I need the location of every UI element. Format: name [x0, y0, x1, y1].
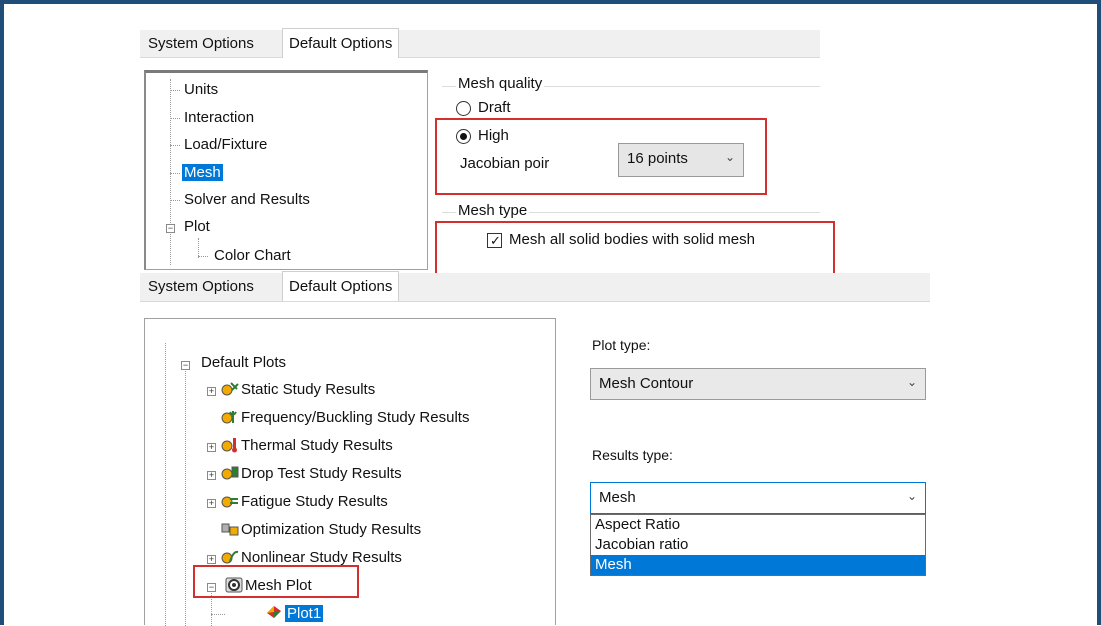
plot-type-label: Plot type:: [592, 337, 651, 353]
tree-connector: [211, 614, 225, 615]
thermal-study-icon: [221, 438, 237, 453]
static-study-icon: [221, 382, 239, 396]
expand-static-icon[interactable]: +: [207, 387, 216, 396]
results-type-value: Mesh: [599, 489, 636, 506]
tree-item-mesh[interactable]: Mesh: [182, 164, 223, 181]
tab-system-options-bottom[interactable]: System Options: [142, 273, 260, 301]
option-mesh[interactable]: Mesh: [591, 555, 925, 575]
mesh-type-label: Mesh type: [456, 202, 530, 219]
window-frame-top: [0, 0, 1101, 4]
top-tab-bar: System Options Default Options: [140, 28, 820, 58]
draft-radio[interactable]: [456, 101, 471, 116]
window-frame-right: [1097, 0, 1101, 625]
tree-item-interaction[interactable]: Interaction: [184, 107, 254, 129]
nonlinear-study-icon: [221, 550, 239, 564]
tab-system-options[interactable]: System Options: [142, 30, 260, 58]
tree-connector: [170, 200, 180, 201]
results-type-select[interactable]: Mesh ⌄: [590, 482, 926, 514]
plot-type-select[interactable]: Mesh Contour ⌄: [590, 368, 926, 400]
tree-item-drop-test-study[interactable]: Drop Test Study Results: [241, 463, 402, 485]
option-aspect-ratio[interactable]: Aspect Ratio: [591, 515, 925, 535]
tree-item-static-study[interactable]: Static Study Results: [241, 379, 375, 401]
expand-nonlinear-icon[interactable]: +: [207, 555, 216, 564]
frequency-study-icon: [221, 411, 237, 424]
tree-connector: [170, 173, 180, 174]
window-frame-left: [0, 0, 4, 625]
tab-default-options[interactable]: Default Options: [282, 28, 400, 58]
option-jacobian-ratio[interactable]: Jacobian ratio: [591, 535, 925, 555]
mesh-quality-label: Mesh quality: [456, 75, 545, 92]
highlight-mesh-type: [435, 221, 835, 275]
draft-label: Draft: [478, 99, 511, 116]
fatigue-study-icon: [221, 496, 238, 508]
tab-default-options-bottom[interactable]: Default Options: [282, 271, 400, 301]
chevron-down-icon: ⌄: [906, 489, 917, 503]
tree-guide: [165, 343, 166, 626]
tree-guide: [170, 79, 171, 265]
tree-item-thermal-study[interactable]: Thermal Study Results: [241, 435, 393, 457]
tree-item-color-chart[interactable]: Color Chart: [214, 245, 291, 267]
tree-item-frequency-study[interactable]: Frequency/Buckling Study Results: [241, 407, 469, 429]
tree-connector: [170, 90, 180, 91]
expand-thermal-icon[interactable]: +: [207, 443, 216, 452]
results-type-dropdown: Aspect Ratio Jacobian ratio Mesh: [590, 514, 926, 576]
drop-test-study-icon: [221, 466, 239, 480]
expand-drop-test-icon[interactable]: +: [207, 471, 216, 480]
results-type-label: Results type:: [592, 447, 673, 463]
optimization-study-icon: [221, 523, 239, 536]
tree-item-default-plots[interactable]: Default Plots: [201, 352, 286, 374]
tree-connector: [170, 145, 180, 146]
tree-guide: [198, 238, 199, 258]
tree-item-load-fixture[interactable]: Load/Fixture: [184, 134, 267, 156]
tree-connector: [170, 118, 180, 119]
tree-item-optimization-study[interactable]: Optimization Study Results: [241, 519, 421, 541]
tree-item-plot[interactable]: Plot: [184, 216, 210, 238]
expand-fatigue-icon[interactable]: +: [207, 499, 216, 508]
tree-item-fatigue-study[interactable]: Fatigue Study Results: [241, 491, 388, 513]
plot1-icon: [267, 606, 281, 618]
collapse-plot-icon[interactable]: −: [166, 224, 175, 233]
bottom-tab-bar: System Options Default Options: [140, 271, 930, 302]
top-options-tree: Units Interaction Load/Fixture Mesh Solv…: [144, 70, 428, 270]
tree-connector: [198, 256, 208, 257]
highlight-high-quality: [435, 118, 767, 195]
highlight-mesh-plot: [193, 565, 359, 598]
tree-item-plot1[interactable]: Plot1: [285, 605, 324, 622]
tree-guide: [185, 371, 186, 626]
tree-item-units[interactable]: Units: [184, 79, 218, 101]
tree-item-solver-results[interactable]: Solver and Results: [184, 189, 310, 211]
chevron-down-icon: ⌄: [906, 375, 917, 389]
plot-type-value: Mesh Contour: [599, 375, 694, 392]
collapse-default-plots-icon[interactable]: −: [181, 361, 190, 370]
